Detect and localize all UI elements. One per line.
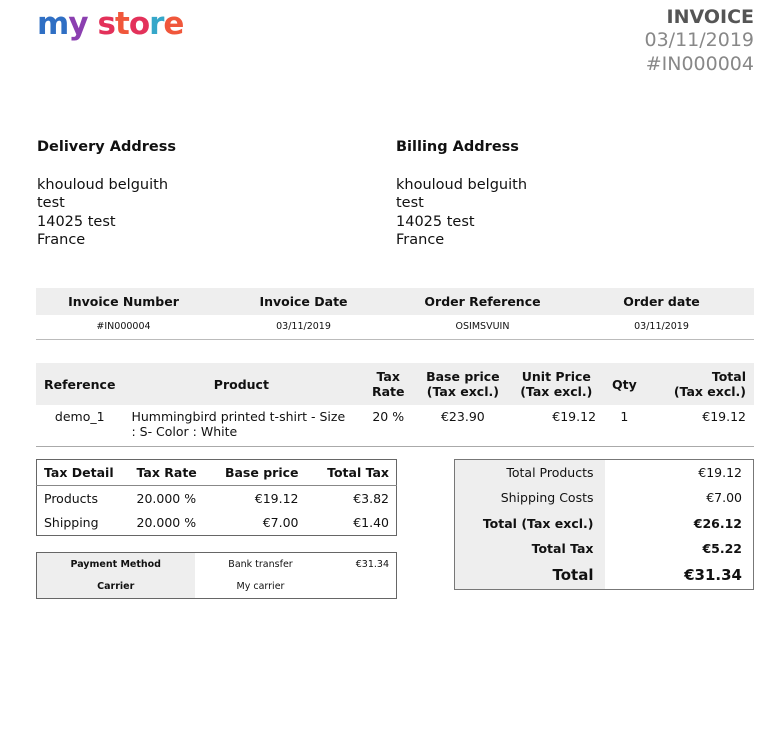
logo-word-store: store — [97, 6, 185, 42]
table-header-row: Reference Product Tax Rate Base price (Tax… — [36, 363, 754, 405]
delivery-address: Delivery Address khouloud belguith test … — [37, 138, 176, 250]
col-product: Product — [123, 363, 360, 405]
totals-table: Total Products €19.12 Shipping Costs €7.… — [454, 459, 754, 590]
table-header-row: Tax Detail Tax Rate Base price Total Tax — [36, 459, 397, 486]
delivery-line: test — [37, 195, 65, 211]
total-products-value: €19.12 — [698, 465, 742, 480]
cell-tax-rate: 20 % — [359, 405, 418, 447]
invoice-info-table: Invoice Number Invoice Date Order Refere… — [36, 288, 754, 340]
col-unit-price: Unit Price (Tax excl.) — [508, 363, 605, 405]
col-base-price: Base price — [209, 459, 306, 486]
table-row: Payment Method Bank transfer €31.34 — [36, 552, 397, 576]
total-tax-excl-label: Total (Tax excl.) — [454, 510, 605, 536]
invoice-title: INVOICE — [666, 6, 755, 28]
col-total-tax: Total Tax — [305, 459, 397, 486]
table-row: Shipping Costs €7.00 — [454, 485, 754, 511]
col-tax-detail: Tax Detail — [36, 459, 130, 486]
cell-base-price: €23.90 — [417, 405, 509, 447]
payment-table: Payment Method Bank transfer €31.34 Carr… — [36, 552, 397, 599]
billing-city: 14025 test — [396, 213, 475, 230]
cell-qty: 1 — [604, 405, 645, 447]
col-qty: Qty — [604, 363, 645, 405]
cell-invoice-date: 03/11/2019 — [211, 315, 396, 340]
payment-method-value: Bank transfer — [228, 558, 293, 570]
table-row: Shipping 20.000 % €7.00 €1.40 — [37, 511, 397, 536]
cell-total-tax: €3.82 — [353, 490, 389, 506]
invoice-date: 03/11/2019 — [644, 29, 754, 51]
billing-name: khouloud belguith — [396, 176, 528, 193]
table-row: #IN000004 03/11/2019 OSIMSVUIN 03/11/201… — [36, 315, 754, 340]
shipping-costs-value: €7.00 — [706, 490, 742, 506]
store-logo: my store — [37, 4, 185, 44]
table-row: Carrier My carrier — [36, 575, 397, 599]
delivery-address-title: Delivery Address — [37, 139, 176, 155]
delivery-country: France — [37, 232, 86, 248]
cell-order-reference: OSIMSVUIN — [396, 315, 569, 340]
cell-product: Hummingbird printed t-shirt - Size : S- … — [123, 405, 360, 447]
carrier-value: My carrier — [236, 581, 285, 593]
col-order-date: Order date — [569, 288, 754, 315]
col-invoice-number: Invoice Number — [36, 288, 211, 315]
tax-detail-table: Tax Detail Tax Rate Base price Total Tax… — [36, 459, 397, 536]
grand-total-label: Total — [454, 561, 605, 590]
billing-line: test — [396, 195, 424, 211]
invoice-number: #IN000004 — [645, 53, 754, 75]
cell-unit-price: €19.12 — [508, 405, 605, 447]
product-table: Reference Product Tax Rate Base price (Tax… — [36, 363, 754, 447]
invoice-header: INVOICE 03/11/2019 #IN000004 — [644, 6, 754, 76]
billing-country: France — [396, 232, 445, 248]
col-tax-rate: Tax Rate — [359, 363, 418, 405]
cell-total: €19.12 — [644, 405, 754, 447]
payment-method-amount: €31.34 — [355, 558, 389, 570]
shipping-costs-label: Shipping Costs — [454, 485, 605, 511]
cell-tax-rate: 20.000 % — [136, 515, 197, 531]
col-total: Total (Tax excl.) — [644, 363, 754, 405]
cell-base-price: €19.12 — [254, 490, 299, 506]
grand-total-value: €31.34 — [684, 566, 742, 585]
cell-total-tax: €1.40 — [353, 515, 389, 531]
cell-tax-label: Products — [44, 490, 98, 506]
cell-tax-rate: 20.000 % — [136, 490, 197, 506]
payment-method-label: Payment Method — [36, 552, 195, 576]
total-tax-label: Total Tax — [454, 536, 605, 562]
cell-invoice-number: #IN000004 — [36, 315, 211, 340]
col-reference: Reference — [36, 363, 124, 405]
table-row: Total Tax €5.22 — [454, 536, 754, 562]
col-base-price: Base price (Tax excl.) — [417, 363, 509, 405]
cell-tax-label: Shipping — [44, 515, 99, 531]
col-tax-rate: Tax Rate — [129, 459, 210, 486]
billing-address-title: Billing Address — [396, 139, 519, 155]
cell-reference: demo_1 — [36, 405, 124, 447]
delivery-name: khouloud belguith — [37, 176, 169, 193]
delivery-city: 14025 test — [37, 213, 116, 230]
cell-order-date: 03/11/2019 — [569, 315, 754, 340]
col-invoice-date: Invoice Date — [211, 288, 396, 315]
carrier-label: Carrier — [36, 575, 195, 599]
cell-base-price: €7.00 — [262, 515, 299, 531]
table-row: Total Products €19.12 — [454, 459, 754, 485]
billing-address: Billing Address khouloud belguith test 1… — [396, 138, 527, 250]
table-row: demo_1 Hummingbird printed t-shirt - Siz… — [36, 405, 754, 447]
logo-word-my: my — [37, 6, 89, 42]
total-products-label: Total Products — [454, 459, 605, 485]
table-row: Products 20.000 % €19.12 €3.82 — [37, 486, 397, 511]
table-header-row: Invoice Number Invoice Date Order Refere… — [36, 288, 754, 315]
total-tax-excl-value: €26.12 — [693, 515, 742, 531]
table-row: Total €31.34 — [454, 561, 754, 590]
total-tax-value: €5.22 — [702, 541, 742, 557]
col-order-reference: Order Reference — [396, 288, 569, 315]
table-row: Total (Tax excl.) €26.12 — [454, 510, 754, 536]
